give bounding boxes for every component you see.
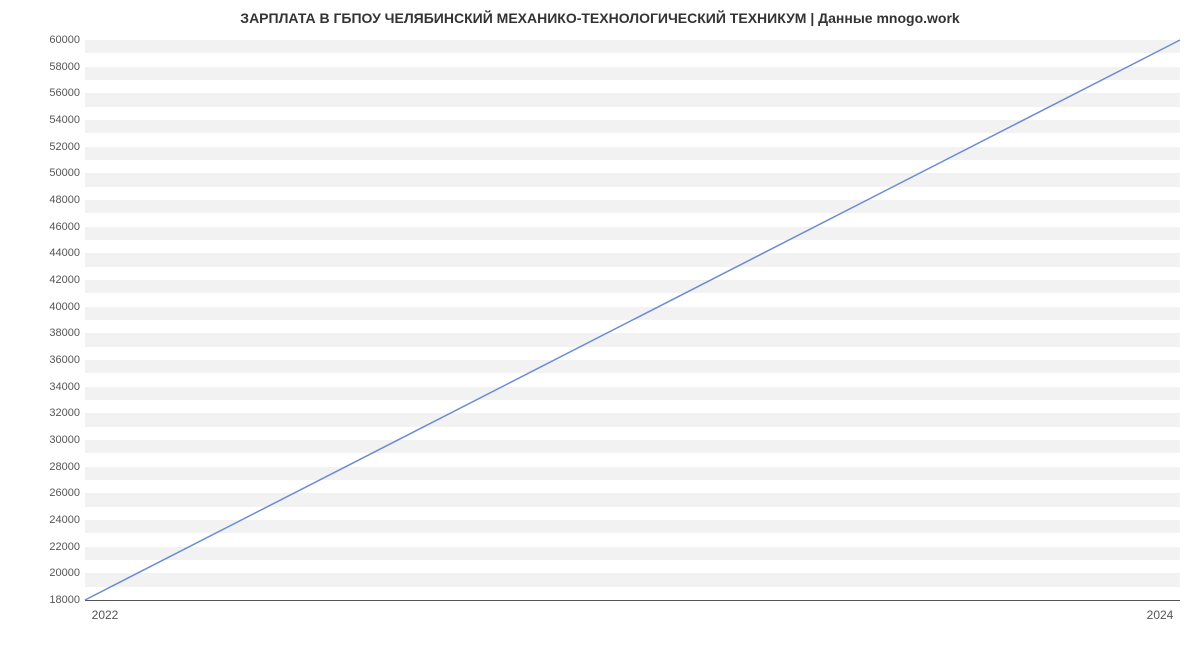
- y-tick-label: 56000: [10, 87, 80, 99]
- y-tick-label: 32000: [10, 407, 80, 419]
- y-tick-label: 42000: [10, 274, 80, 286]
- y-tick-label: 22000: [10, 541, 80, 553]
- y-tick-label: 26000: [10, 487, 80, 499]
- y-tick-label: 54000: [10, 114, 80, 126]
- y-tick-label: 48000: [10, 194, 80, 206]
- series-line-salary: [85, 40, 1180, 600]
- y-tick-label: 60000: [10, 34, 80, 46]
- chart-title: ЗАРПЛАТА В ГБПОУ ЧЕЛЯБИНСКИЙ МЕХАНИКО-ТЕ…: [0, 10, 1200, 26]
- y-tick-label: 18000: [10, 594, 80, 606]
- y-tick-label: 52000: [10, 141, 80, 153]
- y-tick-label: 20000: [10, 567, 80, 579]
- x-tick-label: 2024: [1147, 608, 1174, 622]
- plot-area: [85, 40, 1180, 600]
- y-tick-label: 36000: [10, 354, 80, 366]
- y-tick-label: 58000: [10, 61, 80, 73]
- y-tick-label: 50000: [10, 167, 80, 179]
- y-tick-label: 46000: [10, 221, 80, 233]
- chart-svg: [85, 40, 1180, 600]
- y-tick-label: 24000: [10, 514, 80, 526]
- y-tick-label: 30000: [10, 434, 80, 446]
- x-axis-line: [85, 600, 1180, 601]
- y-tick-label: 38000: [10, 327, 80, 339]
- y-tick-label: 40000: [10, 301, 80, 313]
- y-tick-label: 44000: [10, 247, 80, 259]
- x-tick-label: 2022: [92, 608, 119, 622]
- line-chart: ЗАРПЛАТА В ГБПОУ ЧЕЛЯБИНСКИЙ МЕХАНИКО-ТЕ…: [0, 0, 1200, 650]
- y-tick-label: 34000: [10, 381, 80, 393]
- y-tick-label: 28000: [10, 461, 80, 473]
